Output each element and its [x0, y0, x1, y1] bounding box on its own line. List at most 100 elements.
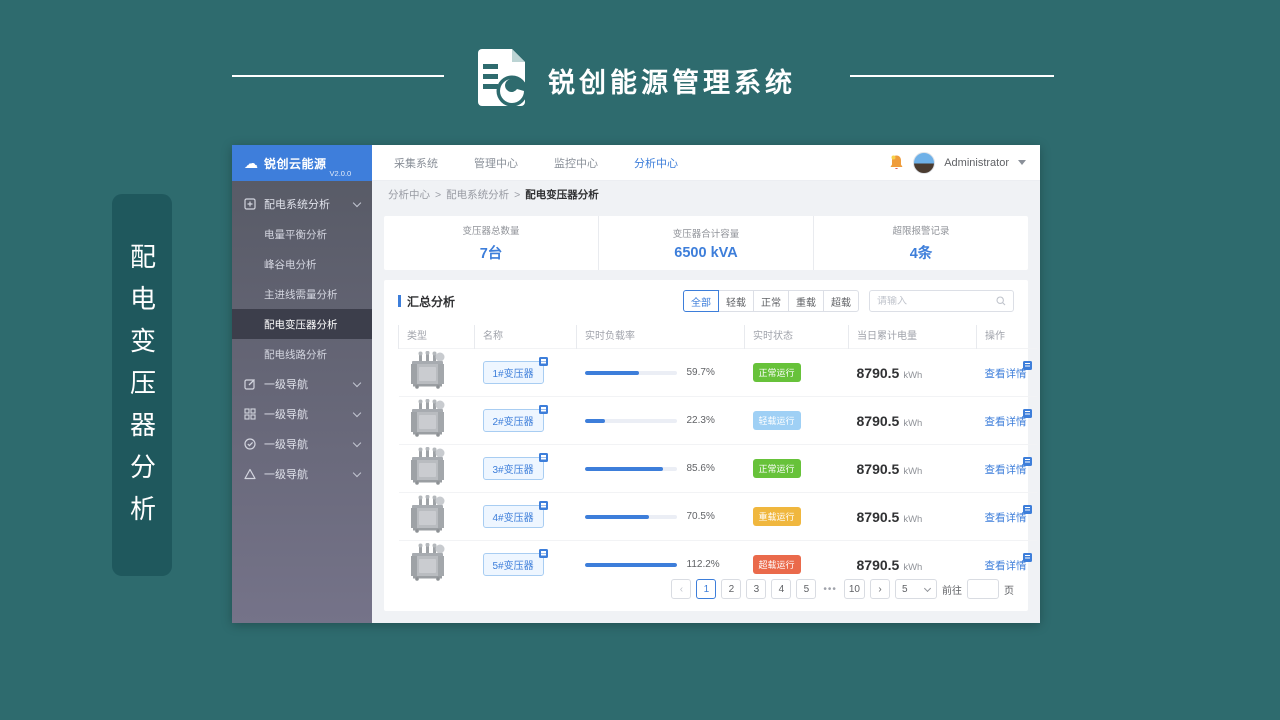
page-size-select[interactable]: 5: [895, 579, 937, 599]
search-icon[interactable]: [996, 296, 1006, 306]
title-accent-bar: [398, 295, 401, 307]
circle-check-icon: [244, 438, 256, 450]
status-badge: 正常运行: [752, 459, 801, 478]
table-header-row: 类型 名称 实时负载率 实时状态 当日累计电量 操作: [398, 325, 1037, 349]
sidebar-nav-1[interactable]: 一级导航: [232, 369, 372, 399]
transformer-name-chip[interactable]: 2#变压器: [482, 405, 548, 432]
chevron-down-icon: [352, 378, 362, 387]
transformer-image: [410, 542, 444, 581]
link-corner-badge-icon: [1022, 360, 1032, 370]
filter-heavy-load-button[interactable]: 重载: [788, 290, 824, 312]
page-ellipsis[interactable]: •••: [821, 584, 839, 595]
filter-overload-button[interactable]: 超载: [823, 290, 859, 312]
page-button-10[interactable]: 10: [843, 579, 865, 599]
view-details-link[interactable]: 查看详情: [985, 504, 1032, 525]
sidebar-item-line-analysis[interactable]: 配电线路分析: [232, 339, 372, 369]
filter-normal-button[interactable]: 正常: [753, 290, 789, 312]
cloud-icon: ☁: [244, 155, 258, 171]
sidebar-nav-4[interactable]: 一级导航: [232, 459, 372, 489]
transformer-image: [410, 446, 444, 485]
transformer-image: [410, 398, 444, 437]
sidebar-item-label: 峰谷电分析: [264, 258, 317, 271]
top-navbar: 采集系统 管理中心 监控中心 分析中心 Administrator: [372, 145, 1040, 181]
sidebar-nav-3[interactable]: 一级导航: [232, 429, 372, 459]
energy-unit: kWh: [903, 417, 923, 429]
energy-value: 8790.5: [856, 364, 900, 381]
page-prev-button[interactable]: ‹: [671, 579, 692, 599]
sidebar-item-main-line-demand[interactable]: 主进线需量分析: [232, 279, 372, 309]
transformer-image: [410, 350, 444, 389]
transformer-name-chip[interactable]: 5#变压器: [482, 549, 548, 576]
transformer-name-chip[interactable]: 4#变压器: [482, 501, 548, 528]
page-button-5[interactable]: 5: [796, 579, 817, 599]
summary-panel: 汇总分析 全部 轻载 正常 重载 超载 请输入 类型 名称 实时负载率 实时状态…: [384, 280, 1037, 611]
tab-collection-system[interactable]: 采集系统: [394, 155, 438, 171]
stat-label: 变压器合计容量: [672, 228, 740, 240]
load-filter-group: 全部 轻载 正常 重载 超载: [683, 290, 859, 312]
sidebar-nav-2[interactable]: 一级导航: [232, 399, 372, 429]
view-details-link[interactable]: 查看详情: [985, 360, 1032, 381]
filter-all-button[interactable]: 全部: [683, 290, 719, 312]
page-button-1[interactable]: 1: [696, 579, 717, 599]
col-load-rate: 实时负载率: [576, 325, 745, 349]
page-next-button[interactable]: ›: [870, 579, 890, 599]
panel-title-text: 汇总分析: [407, 294, 456, 309]
load-rate-cell: 70.5%: [584, 511, 745, 522]
filter-area: 全部 轻载 正常 重载 超载: [683, 290, 1014, 312]
sidebar-item-label: 一级导航: [264, 439, 308, 451]
header-divider-left: [232, 75, 444, 77]
table-row: 1#变压器 59.7% 正常运行 8790.5 kWh 查看详情: [398, 348, 1037, 397]
breadcrumb-item[interactable]: 配电系统分析: [446, 187, 509, 202]
status-badge: 轻载运行: [752, 411, 801, 430]
user-avatar[interactable]: [913, 151, 936, 174]
daily-energy-cell: 8790.5 kWh: [857, 413, 977, 429]
chevron-down-icon: [352, 198, 362, 207]
daily-energy-cell: 8790.5 kWh: [857, 509, 977, 525]
breadcrumb-item[interactable]: 分析中心: [388, 187, 430, 202]
load-progress-track: [584, 370, 677, 375]
page-button-4[interactable]: 4: [771, 579, 792, 599]
chevron-down-icon: [352, 468, 362, 477]
sidebar-item-energy-balance[interactable]: 电量平衡分析: [232, 219, 372, 249]
stat-value: 7台: [479, 246, 503, 262]
chip-corner-badge-icon: [538, 357, 548, 366]
sidebar-item-peak-valley[interactable]: 峰谷电分析: [232, 249, 372, 279]
stat-alarm-records: 超限报警记录 4条: [813, 216, 1028, 270]
sidebar-item-label: 电量平衡分析: [264, 228, 327, 241]
table-row: 3#变压器 85.6% 正常运行 8790.5 kWh 查看详情: [398, 444, 1037, 493]
chip-corner-badge-icon: [538, 453, 548, 462]
breadcrumb-current: 配电变压器分析: [525, 189, 599, 201]
goto-label: 前往: [942, 585, 962, 597]
col-name: 名称: [474, 325, 577, 349]
filter-light-load-button[interactable]: 轻载: [718, 290, 754, 312]
stat-value: 6500 kVA: [674, 244, 738, 261]
energy-value: 8790.5: [856, 460, 900, 477]
load-progress-fill: [584, 562, 677, 567]
breadcrumb: 分析中心 > 配电系统分析 > 配电变压器分析: [372, 181, 1040, 208]
goto-page-input[interactable]: [967, 579, 999, 599]
energy-unit: kWh: [903, 561, 923, 573]
page-button-2[interactable]: 2: [721, 579, 742, 599]
energy-unit: kWh: [903, 513, 923, 525]
tab-management-center[interactable]: 管理中心: [474, 155, 518, 171]
daily-energy-cell: 8790.5 kWh: [857, 365, 977, 381]
load-rate-cell: 22.3%: [584, 415, 745, 426]
sidebar-item-label: 一级导航: [264, 469, 308, 481]
sidebar-item-label: 配电线路分析: [264, 348, 327, 361]
page-button-3[interactable]: 3: [746, 579, 767, 599]
view-details-link[interactable]: 查看详情: [985, 552, 1032, 573]
transformer-name-chip[interactable]: 3#变压器: [482, 453, 548, 480]
transformer-name-chip[interactable]: 1#变压器: [482, 357, 548, 384]
top-nav-tabs: 采集系统 管理中心 监控中心 分析中心: [394, 155, 678, 171]
tab-analysis-center[interactable]: 分析中心: [634, 155, 678, 171]
view-details-link[interactable]: 查看详情: [985, 408, 1032, 429]
search-input[interactable]: [877, 295, 996, 307]
user-menu-caret-icon[interactable]: [1018, 160, 1026, 165]
view-details-link[interactable]: 查看详情: [985, 456, 1032, 477]
notification-bell-icon[interactable]: [889, 154, 904, 171]
sidebar-item-transformer-analysis[interactable]: 配电变压器分析: [232, 309, 372, 339]
stat-label: 变压器总数量: [462, 226, 520, 237]
tab-monitoring-center[interactable]: 监控中心: [554, 155, 598, 171]
load-percent-label: 59.7%: [686, 367, 715, 378]
sidebar-group-distribution-analysis[interactable]: 配电系统分析: [232, 189, 372, 219]
